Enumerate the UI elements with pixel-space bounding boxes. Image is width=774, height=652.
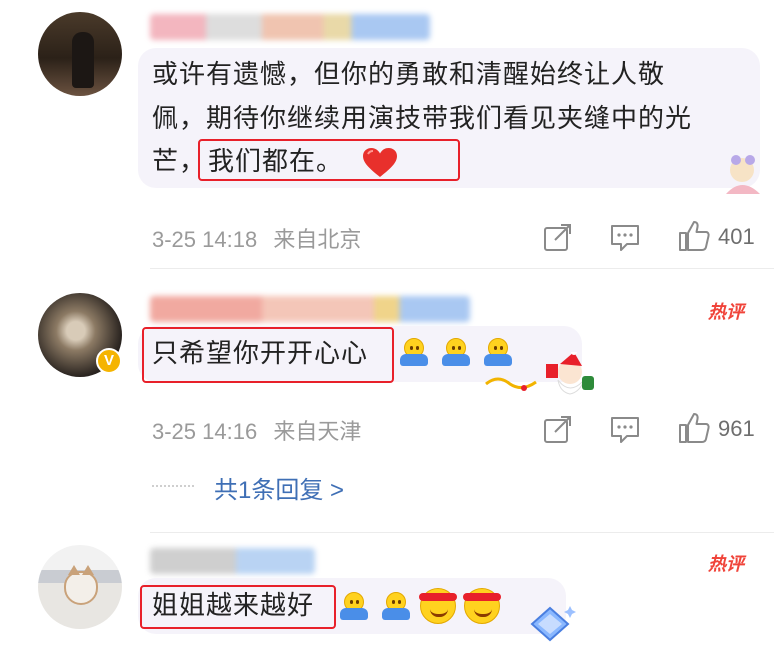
like-icon[interactable] — [678, 412, 710, 444]
hug-emoji — [440, 338, 470, 368]
like-count: 961 — [718, 416, 755, 441]
comment-meta: 3-25 14:18 来自北京 — [152, 222, 361, 254]
hug-emoji — [380, 592, 410, 622]
timestamp: 3-25 14:16 — [152, 419, 258, 444]
avatar[interactable] — [38, 545, 122, 629]
blurred-username[interactable] — [150, 14, 430, 40]
comment-icon[interactable] — [610, 416, 640, 444]
comment-icon[interactable] — [610, 224, 640, 252]
smile-emoji — [419, 588, 457, 624]
smile-emoji — [463, 588, 501, 624]
highlight-box — [140, 585, 336, 629]
avatar[interactable] — [38, 12, 122, 96]
comment-text-line: 佩，期待你继续用演技带我们看见夹缝中的光 — [152, 104, 693, 134]
like-icon[interactable] — [678, 220, 710, 252]
cat-figure — [64, 565, 98, 605]
heart-emoji — [363, 148, 397, 177]
comment-text-line: 或许有遗憾，但你的勇敢和清醒始终让人敬 — [152, 60, 666, 90]
view-replies-link[interactable]: 共1条回复 > — [214, 470, 344, 505]
diamond-sticker — [530, 606, 576, 642]
timestamp: 3-25 14:18 — [152, 227, 258, 252]
comment-meta: 3-25 14:16 来自天津 — [152, 414, 361, 446]
divider — [150, 268, 774, 269]
location: 来自天津 — [273, 419, 362, 444]
hot-comment-badge: 热评 — [708, 554, 744, 575]
decorative-sticker — [726, 155, 760, 194]
like-count: 401 — [718, 224, 755, 249]
santa-sticker — [485, 352, 594, 395]
share-icon[interactable] — [543, 222, 573, 252]
hug-emoji — [398, 338, 428, 368]
share-icon[interactable] — [543, 414, 573, 444]
divider — [150, 532, 774, 533]
avatar-figure — [72, 32, 94, 88]
highlight-box — [198, 139, 460, 181]
blurred-username[interactable] — [150, 548, 315, 574]
highlight-box — [142, 327, 394, 383]
reply-dots — [152, 485, 194, 487]
hug-emoji — [338, 592, 368, 622]
location: 来自北京 — [273, 227, 362, 252]
verified-badge: V — [96, 348, 122, 374]
hot-comment-badge: 热评 — [708, 302, 744, 323]
blurred-username[interactable] — [150, 296, 470, 322]
